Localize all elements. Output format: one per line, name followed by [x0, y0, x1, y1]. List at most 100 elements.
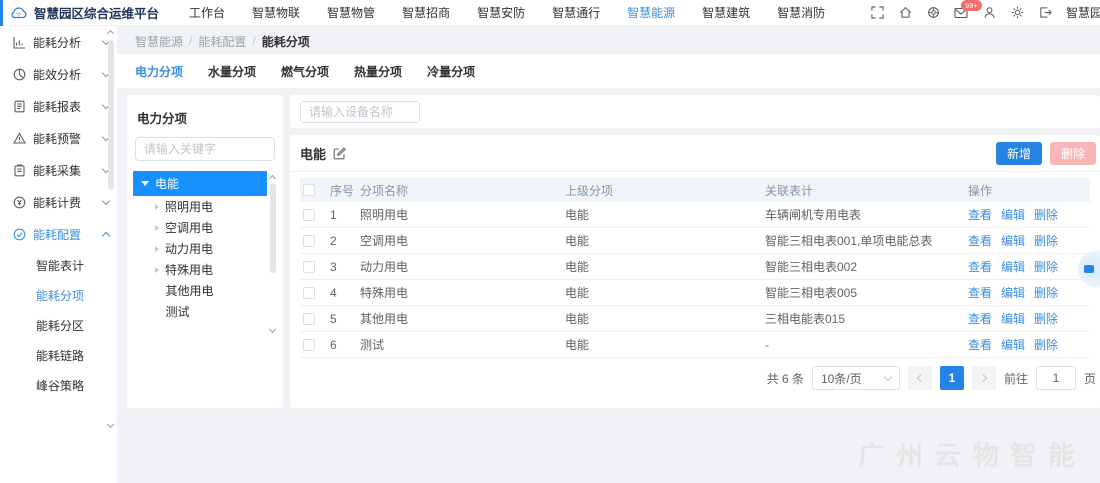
tab-cooling[interactable]: 冷量分项	[427, 63, 475, 80]
tree-node-special[interactable]: 特殊用电	[133, 259, 267, 280]
caret-collapsed-icon[interactable]	[155, 246, 159, 252]
row-checkbox[interactable]	[303, 261, 315, 273]
scrollbar-thumb[interactable]	[108, 40, 114, 190]
sidebar-subitem-energy-link[interactable]: 能耗链路	[0, 340, 117, 370]
scroll-down-icon[interactable]	[270, 327, 277, 334]
scroll-down-icon[interactable]	[108, 422, 115, 429]
sidebar-subitem-energy-zone[interactable]: 能耗分区	[0, 310, 117, 340]
row-checkbox[interactable]	[303, 339, 315, 351]
row-checkbox[interactable]	[303, 209, 315, 221]
cloud-logo-icon	[10, 6, 28, 20]
tab-water[interactable]: 水量分项	[208, 63, 256, 80]
helm-settings-icon[interactable]	[926, 6, 940, 20]
tree-node-lighting[interactable]: 照明用电	[133, 196, 267, 217]
sidebar-item-efficiency-analysis[interactable]: 能效分析	[0, 58, 117, 90]
menu-energy[interactable]: 智慧能源	[627, 4, 675, 21]
view-link[interactable]: 查看	[968, 336, 992, 353]
breadcrumb-energy[interactable]: 智慧能源	[135, 33, 183, 50]
sidebar-item-energy-collection[interactable]: 能耗采集	[0, 154, 117, 186]
caret-collapsed-icon[interactable]	[155, 204, 159, 210]
next-page-button[interactable]	[972, 366, 996, 390]
sidebar-item-energy-alert[interactable]: 能耗预警	[0, 122, 117, 154]
scroll-up-icon[interactable]	[270, 173, 277, 180]
device-search-input[interactable]	[300, 101, 420, 123]
sidebar-item-energy-analysis[interactable]: 能耗分析	[0, 26, 117, 58]
edit-link[interactable]: 编辑	[1001, 206, 1025, 223]
add-button[interactable]: 新增	[996, 142, 1042, 165]
tree-node-power[interactable]: 动力用电	[133, 238, 267, 259]
edit-link[interactable]: 编辑	[1001, 310, 1025, 327]
sidebar-item-energy-billing[interactable]: 能耗计费	[0, 186, 117, 218]
scrollbar-thumb[interactable]	[270, 183, 276, 273]
current-page-button[interactable]: 1	[940, 366, 964, 390]
bar-chart-icon	[13, 36, 26, 49]
logout-icon[interactable]	[1038, 6, 1052, 20]
delete-link[interactable]: 删除	[1034, 310, 1058, 327]
table-header-row: 序号 分项名称 上级分项 关联表计 操作	[300, 178, 1090, 202]
subitem-table-card: 电能 新增 删除 序号 分项名称 上级分项 关联表计 操作 1 照明用电 电能 …	[290, 135, 1100, 408]
gear-icon[interactable]	[1010, 6, 1024, 20]
sidebar-item-energy-config[interactable]: 能耗配置	[0, 218, 117, 250]
table-row: 5 其他用电 电能 三相电能表015 查看编辑删除	[300, 306, 1090, 332]
menu-security[interactable]: 智慧安防	[477, 4, 525, 21]
delete-link[interactable]: 删除	[1034, 284, 1058, 301]
subitem-tree-panel: 电力分项 电能 照明用电 空调用电 动力用电 特殊用电 其他用电 测试	[127, 95, 283, 408]
mail-icon[interactable]: 99+	[954, 6, 968, 20]
row-checkbox[interactable]	[303, 235, 315, 247]
delete-link[interactable]: 删除	[1034, 258, 1058, 275]
edit-link[interactable]: 编辑	[1001, 258, 1025, 275]
caret-collapsed-icon[interactable]	[155, 267, 159, 273]
menu-workbench[interactable]: 工作台	[189, 4, 225, 21]
sidebar-scrollbar[interactable]	[106, 28, 117, 481]
tree-node-test[interactable]: 测试	[133, 301, 267, 322]
menu-property[interactable]: 智慧物管	[327, 4, 375, 21]
view-link[interactable]: 查看	[968, 232, 992, 249]
view-link[interactable]: 查看	[968, 310, 992, 327]
menu-building[interactable]: 智慧建筑	[702, 4, 750, 21]
scroll-up-icon[interactable]	[108, 28, 115, 35]
view-link[interactable]: 查看	[968, 284, 992, 301]
delete-link[interactable]: 删除	[1034, 336, 1058, 353]
tab-gas[interactable]: 燃气分项	[281, 63, 329, 80]
delete-link[interactable]: 删除	[1034, 232, 1058, 249]
sidebar-subitem-peak-valley[interactable]: 峰谷策略	[0, 370, 117, 400]
tree-node-root[interactable]: 电能	[133, 171, 267, 196]
view-link[interactable]: 查看	[968, 258, 992, 275]
keyword-search-input[interactable]	[135, 137, 275, 161]
goto-page-input[interactable]	[1036, 366, 1076, 390]
menu-leasing[interactable]: 智慧招商	[402, 4, 450, 21]
tab-heat[interactable]: 热量分项	[354, 63, 402, 80]
delete-button[interactable]: 删除	[1050, 142, 1096, 165]
select-all-checkbox[interactable]	[303, 184, 315, 196]
tab-electric[interactable]: 电力分项	[135, 63, 183, 80]
delete-link[interactable]: 删除	[1034, 206, 1058, 223]
sidebar-item-energy-report[interactable]: 能耗报表	[0, 90, 117, 122]
prev-page-button[interactable]	[908, 366, 932, 390]
chevron-down-icon	[884, 372, 892, 380]
menu-iot[interactable]: 智慧物联	[252, 4, 300, 21]
page-size-select[interactable]: 10条/页	[812, 366, 900, 390]
sidebar-subitem-smart-meters[interactable]: 智能表计	[0, 250, 117, 280]
edit-link[interactable]: 编辑	[1001, 232, 1025, 249]
menu-fire[interactable]: 智慧消防	[777, 4, 825, 21]
tree-node-other[interactable]: 其他用电	[133, 280, 267, 301]
menu-access[interactable]: 智慧通行	[552, 4, 600, 21]
top-navigation-bar: 智慧园区综合运维平台 工作台 智慧物联 智慧物管 智慧招商 智慧安防 智慧通行 …	[0, 0, 1100, 26]
caret-collapsed-icon[interactable]	[155, 225, 159, 231]
caret-expanded-icon[interactable]	[141, 181, 149, 186]
user-icon[interactable]	[982, 6, 996, 20]
breadcrumb-config[interactable]: 能耗配置	[198, 33, 246, 50]
view-link[interactable]: 查看	[968, 206, 992, 223]
username[interactable]: 智慧园区	[1066, 4, 1100, 21]
fullscreen-icon[interactable]	[870, 6, 884, 20]
home-icon[interactable]	[898, 6, 912, 20]
tree-scrollbar[interactable]	[268, 171, 279, 336]
tree-node-ac[interactable]: 空调用电	[133, 217, 267, 238]
edit-icon[interactable]	[333, 147, 346, 160]
row-checkbox[interactable]	[303, 287, 315, 299]
edit-link[interactable]: 编辑	[1001, 336, 1025, 353]
edit-link[interactable]: 编辑	[1001, 284, 1025, 301]
row-checkbox[interactable]	[303, 313, 315, 325]
section-title: 电能	[300, 144, 326, 163]
sidebar-subitem-energy-subitem[interactable]: 能耗分项	[0, 280, 117, 310]
